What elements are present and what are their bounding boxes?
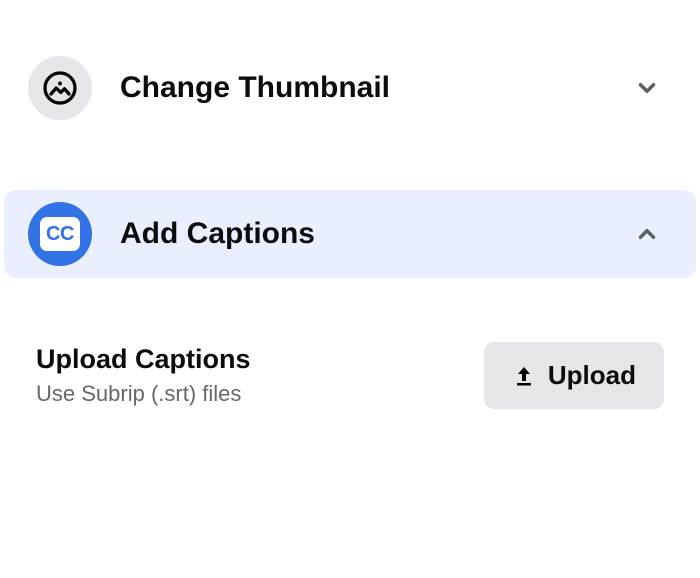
upload-captions-subtitle: Use Subrip (.srt) files	[36, 381, 251, 407]
chevron-down-icon	[634, 75, 660, 101]
chevron-up-icon	[634, 221, 660, 247]
captions-panel: Upload Captions Use Subrip (.srt) files …	[0, 282, 700, 429]
thumbnail-icon	[28, 56, 92, 120]
upload-button-label: Upload	[548, 360, 636, 391]
change-thumbnail-row[interactable]: Change Thumbnail	[4, 44, 696, 132]
captions-icon: CC	[28, 202, 92, 266]
upload-button[interactable]: Upload	[484, 342, 664, 409]
change-thumbnail-label: Change Thumbnail	[120, 71, 634, 105]
captions-text-block: Upload Captions Use Subrip (.srt) files	[36, 344, 251, 407]
upload-icon	[512, 363, 536, 389]
add-captions-row[interactable]: CC Add Captions	[4, 190, 696, 278]
upload-captions-title: Upload Captions	[36, 344, 251, 375]
add-captions-label: Add Captions	[120, 217, 634, 251]
cc-badge: CC	[40, 217, 80, 251]
